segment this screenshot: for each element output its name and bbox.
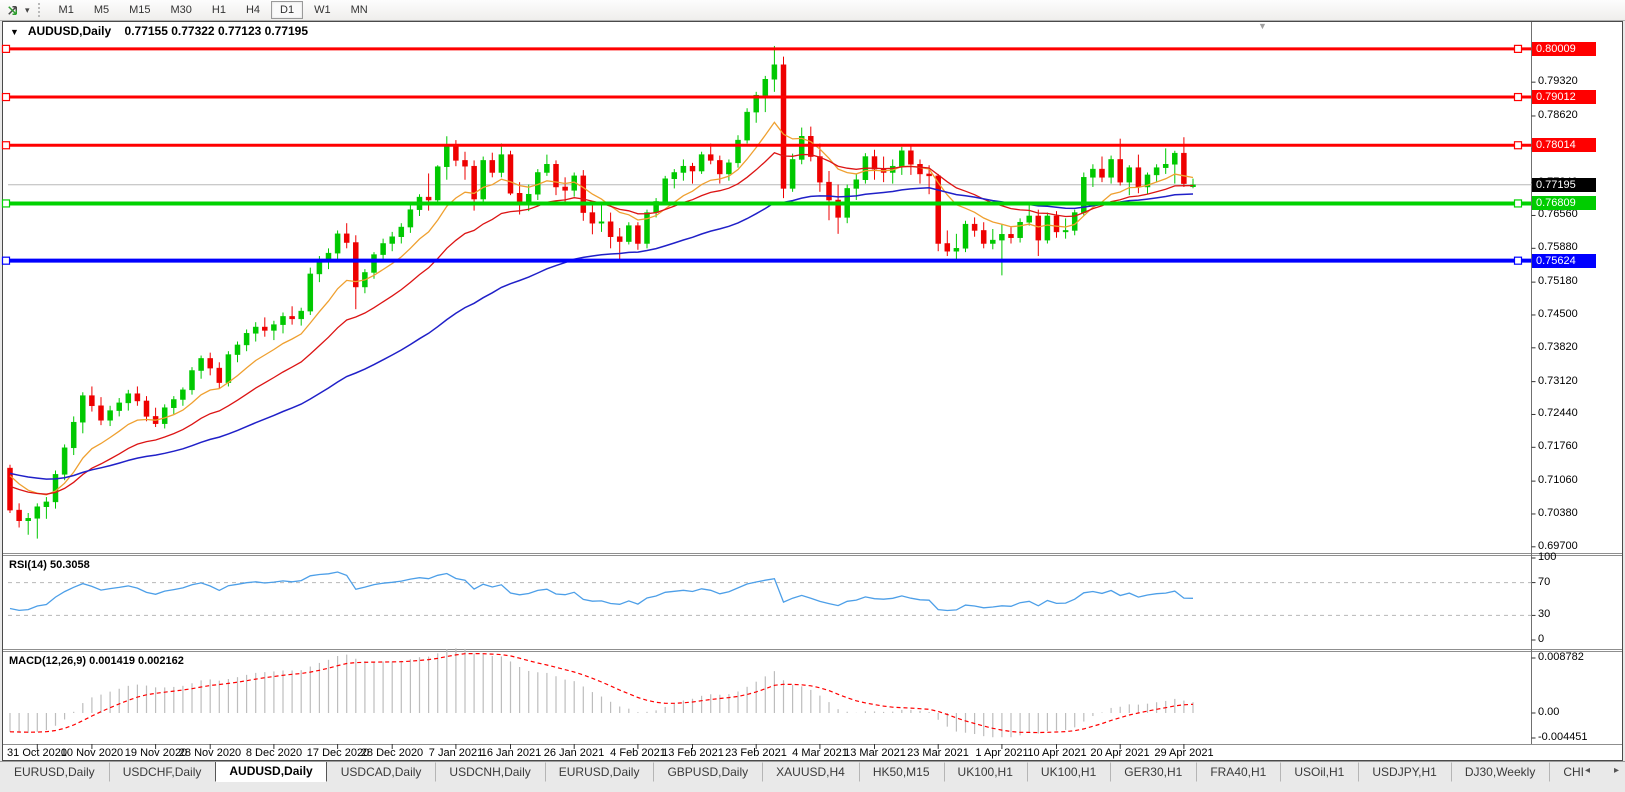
chart-shift-marker-icon[interactable]: ▼ <box>1258 21 1267 31</box>
chart-title: ▼ AUDUSD,Daily 0.77155 0.77322 0.77123 0… <box>10 24 308 38</box>
tab-gbpusd-daily[interactable]: GBPUSD,Daily <box>653 762 762 782</box>
tf-button-m15[interactable]: M15 <box>120 1 159 19</box>
price-badge-0-79012: 0.79012 <box>1532 90 1596 104</box>
rsi-level-label: 30 <box>1538 608 1550 620</box>
y-tick-label: 0.79320 <box>1538 75 1578 87</box>
toolbar-grip[interactable] <box>38 3 45 17</box>
tab-scroll-controls: ◂ ▸ <box>1583 762 1625 776</box>
tf-button-h4[interactable]: H4 <box>237 1 269 19</box>
tab-usoil-h1[interactable]: USOil,H1 <box>1280 762 1358 782</box>
tab-usdchf-daily[interactable]: USDCHF,Daily <box>109 762 216 782</box>
chart-canvas[interactable] <box>0 0 1625 791</box>
price-badge-0-76809: 0.76809 <box>1532 196 1596 210</box>
tab-usdcnh-daily[interactable]: USDCNH,Daily <box>435 762 544 782</box>
tf-button-m30[interactable]: M30 <box>162 1 201 19</box>
tf-button-d1[interactable]: D1 <box>271 1 303 19</box>
y-tick-label: 0.75180 <box>1538 275 1578 287</box>
y-tick-label: 0.74500 <box>1538 308 1578 320</box>
price-badge-0-80009: 0.80009 <box>1532 42 1596 56</box>
y-tick-label: 0.73820 <box>1538 341 1578 353</box>
tab-eurusd-daily[interactable]: EURUSD,Daily <box>0 762 109 782</box>
tab-uk100-h1[interactable]: UK100,H1 <box>1027 762 1110 782</box>
y-tick-label: 0.75880 <box>1538 241 1578 253</box>
tf-button-w1[interactable]: W1 <box>305 1 340 19</box>
chart-symbol-label: AUDUSD,Daily <box>28 24 111 38</box>
tf-button-m1[interactable]: M1 <box>50 1 83 19</box>
symbol-tabbar: EURUSD,DailyUSDCHF,DailyAUDUSD,DailyUSDC… <box>0 761 1625 792</box>
macd-axis-label: 0.008782 <box>1538 651 1584 663</box>
tab-eurusd-daily[interactable]: EURUSD,Daily <box>545 762 654 782</box>
timeframe-toolbar: ▾ M1M5M15M30H1H4D1W1MN <box>0 0 1625 21</box>
tf-button-h1[interactable]: H1 <box>203 1 235 19</box>
tab-audusd-daily[interactable]: AUDUSD,Daily <box>215 762 326 782</box>
y-tick-label: 0.71060 <box>1538 474 1578 486</box>
tab-hk50-m15[interactable]: HK50,M15 <box>859 762 944 782</box>
macd-axis-label: 0.00 <box>1538 706 1559 718</box>
rsi-level-label: 0 <box>1538 633 1544 645</box>
rsi-level-label: 70 <box>1538 576 1550 588</box>
tab-usdcad-daily[interactable]: USDCAD,Daily <box>327 762 436 782</box>
macd-axis-label: -0.004451 <box>1538 731 1588 743</box>
price-badge-0-77195: 0.77195 <box>1532 178 1596 192</box>
tab-dj30-weekly[interactable]: DJ30,Weekly <box>1451 762 1549 782</box>
tf-button-m5[interactable]: M5 <box>85 1 118 19</box>
y-tick-label: 0.71760 <box>1538 440 1578 452</box>
chart-cursor-icon[interactable] <box>3 2 21 18</box>
rsi-level-label: 100 <box>1538 551 1556 563</box>
y-tick-label: 0.78620 <box>1538 109 1578 121</box>
tab-scroll-left-icon[interactable]: ◂ <box>1585 765 1590 776</box>
rsi-indicator-label: RSI(14) 50.3058 <box>9 559 90 571</box>
y-tick-label: 0.72440 <box>1538 407 1578 419</box>
tab-usdjpy-h1[interactable]: USDJPY,H1 <box>1358 762 1450 782</box>
macd-indicator-label: MACD(12,26,9) 0.001419 0.002162 <box>9 655 184 667</box>
tf-button-mn[interactable]: MN <box>342 1 377 19</box>
price-badge-0-75624: 0.75624 <box>1532 254 1596 268</box>
tab-scroll-right-icon[interactable]: ▸ <box>1614 765 1619 776</box>
tab-fra40-h1[interactable]: FRA40,H1 <box>1196 762 1280 782</box>
chart-ohlc-values: 0.77155 0.77322 0.77123 0.77195 <box>125 24 309 38</box>
tab-xauusd-h4[interactable]: XAUUSD,H4 <box>762 762 859 782</box>
y-tick-label: 0.73120 <box>1538 375 1578 387</box>
y-tick-label: 0.70380 <box>1538 507 1578 519</box>
x-tick-label: 29 Apr 2021 <box>1142 747 1226 759</box>
chart-title-caret-icon[interactable]: ▼ <box>10 27 19 37</box>
tab-ger30-h1[interactable]: GER30,H1 <box>1110 762 1196 782</box>
chevron-down-icon[interactable]: ▾ <box>21 5 34 16</box>
tab-china300-h1[interactable]: CHINA300,H1 <box>1549 762 1583 782</box>
price-badge-0-78014: 0.78014 <box>1532 138 1596 152</box>
tab-uk100-h1[interactable]: UK100,H1 <box>944 762 1027 782</box>
